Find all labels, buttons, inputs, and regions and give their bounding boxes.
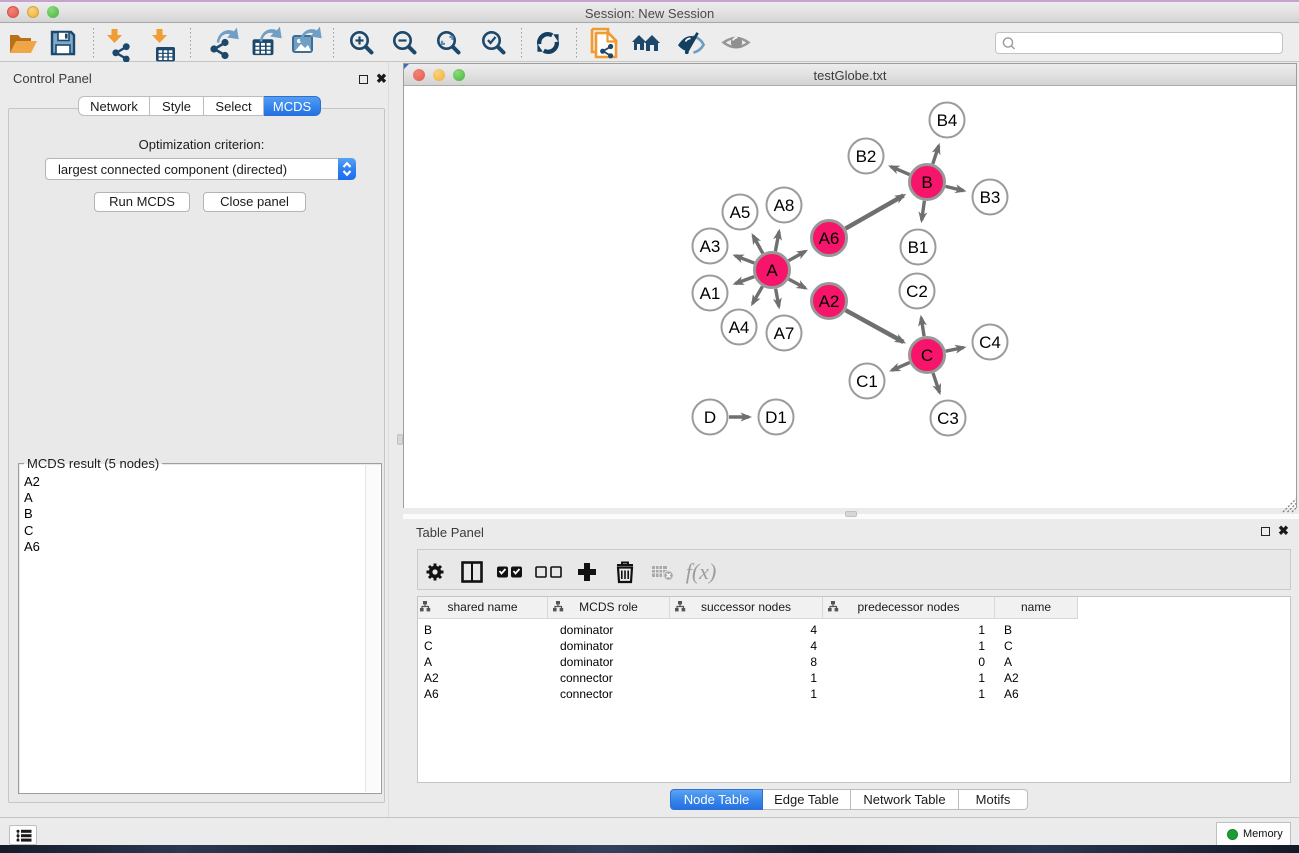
svg-text:C4: C4	[979, 333, 1001, 352]
svg-text:f(x): f(x)	[686, 559, 717, 584]
svg-text:A2: A2	[819, 292, 840, 311]
svg-text:A8: A8	[774, 196, 795, 215]
svg-text:B2: B2	[856, 147, 877, 166]
svg-text:C3: C3	[937, 409, 959, 428]
svg-text:C2: C2	[906, 282, 928, 301]
svg-text:B: B	[921, 173, 932, 192]
svg-text:B1: B1	[908, 238, 929, 257]
svg-text:A: A	[766, 261, 778, 280]
svg-text:A7: A7	[774, 324, 795, 343]
svg-text:A1: A1	[700, 284, 721, 303]
svg-text:A5: A5	[730, 203, 751, 222]
svg-text:D1: D1	[765, 408, 787, 427]
svg-text:C1: C1	[856, 372, 878, 391]
svg-text:D: D	[704, 408, 716, 427]
svg-text:B3: B3	[980, 188, 1001, 207]
svg-text:A4: A4	[729, 318, 750, 337]
svg-text:A3: A3	[700, 237, 721, 256]
svg-text:B4: B4	[937, 111, 958, 130]
svg-text:A6: A6	[819, 229, 840, 248]
svg-text:C: C	[921, 346, 933, 365]
